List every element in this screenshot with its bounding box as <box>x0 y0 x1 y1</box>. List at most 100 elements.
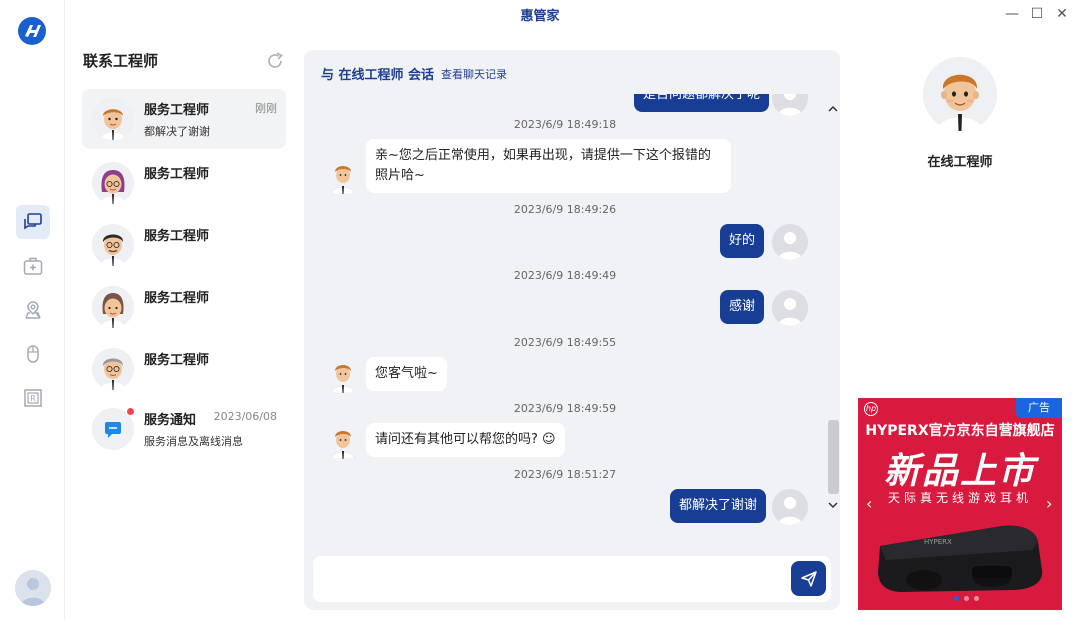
engineer-avatar-icon <box>92 348 134 390</box>
ad-carousel-dots[interactable] <box>954 596 979 601</box>
chevron-down-icon[interactable] <box>828 500 838 510</box>
chevron-up-icon[interactable] <box>828 104 838 114</box>
contact-item[interactable]: 服务工程师 刚刚 都解决了谢谢 <box>82 89 286 149</box>
contact-item[interactable]: 服务工程师 <box>82 339 286 399</box>
user-avatar[interactable] <box>15 570 51 606</box>
default-user-icon <box>772 224 808 260</box>
engineer-avatar <box>92 286 134 328</box>
carousel-dot[interactable] <box>974 596 979 601</box>
refresh-icon[interactable] <box>264 50 286 72</box>
message-timestamp: 2023/6/9 18:49:49 <box>513 269 617 282</box>
engineer-avatar-icon <box>92 162 134 204</box>
message-bubble-in: 请问还有其他可以帮您的吗? ☺ <box>366 423 565 457</box>
user-message-avatar <box>772 224 808 260</box>
message-timestamp: 2023/6/9 18:49:18 <box>513 118 617 131</box>
contact-last-message: 都解决了谢谢 <box>144 125 210 138</box>
ad-subtitle: 天际真无线游戏耳机 <box>887 491 1032 505</box>
contact-name: 服务通知 <box>144 413 197 428</box>
rail-chat-button[interactable] <box>16 205 50 239</box>
message-list[interactable]: 是否问题都解决了呢 2023/6/9 18:49:18 亲~您之后正常使用，如果… <box>304 94 826 584</box>
view-history-link[interactable]: 查看聊天记录 <box>441 66 507 82</box>
ad-tag: 广告 <box>1016 398 1062 418</box>
user-message-avatar <box>772 290 808 326</box>
hp-logo-icon: hp <box>864 402 878 416</box>
default-user-icon <box>772 290 808 326</box>
registered-icon: R <box>24 389 42 407</box>
contact-item[interactable]: 服务工程师 <box>82 153 286 213</box>
engineer-message-avatar <box>328 158 358 195</box>
message-bubble-in: 亲~您之后正常使用，如果再出现，请提供一下这个报错的照片哈~ <box>366 139 731 193</box>
chat-panel: 与 在线工程师 会话 查看聊天记录 是否问题都解决了呢 2023/6/9 18:… <box>304 50 840 610</box>
engineer-avatar-icon <box>331 166 355 195</box>
contact-name: 服务工程师 <box>144 167 210 182</box>
contact-list: 联系工程师 服务工程师 刚刚 都解决了谢谢 服务工程师 服务工程师 服务工程师 … <box>66 0 296 620</box>
minimize-button[interactable]: — <box>1002 4 1022 24</box>
earbuds-product-image: HYPERX <box>878 525 1043 592</box>
medical-kit-icon <box>23 257 43 275</box>
engineer-avatar-icon <box>923 57 997 131</box>
maximize-button[interactable]: ☐ <box>1027 4 1047 24</box>
contact-name: 服务工程师 <box>144 229 210 244</box>
contact-item[interactable]: 服务工程师 <box>82 215 286 275</box>
engineer-avatar-icon <box>92 286 134 328</box>
user-message-avatar <box>772 94 808 116</box>
contact-last-message: 服务消息及离线消息 <box>144 435 243 448</box>
rail-service-button[interactable] <box>16 249 50 283</box>
engineer-avatar <box>92 162 134 204</box>
message-composer <box>313 556 831 602</box>
engineer-avatar <box>92 348 134 390</box>
advertisement-banner[interactable]: hp 广告 HYPERX官方京东自营旗舰店 新品上市 天际真无线游戏耳机 ‹ ›… <box>858 398 1062 610</box>
message-timestamp: 2023/6/9 18:49:55 <box>513 336 617 349</box>
rail-location-button[interactable] <box>16 293 50 327</box>
message-bubble-out: 感谢 <box>720 290 765 324</box>
engineer-avatar-icon <box>331 431 355 460</box>
default-user-icon <box>772 489 808 525</box>
carousel-dot[interactable] <box>954 596 959 601</box>
contacts-title: 联系工程师 <box>83 52 159 70</box>
contact-item[interactable]: 服务工程师 <box>82 277 286 337</box>
message-bubble-out: 好的 <box>720 224 765 258</box>
contact-time: 2023/06/08 <box>213 410 277 423</box>
engineer-avatar-icon <box>92 98 134 140</box>
user-message-avatar <box>772 489 808 525</box>
svg-text:R: R <box>30 394 36 403</box>
online-engineer-avatar <box>923 57 997 131</box>
online-engineer-name: 在线工程师 <box>927 155 993 170</box>
default-user-icon <box>772 94 808 116</box>
ad-headline: HYPERX官方京东自营旗舰店 <box>865 423 1055 439</box>
message-bubble-in: 您客气啦~ <box>366 357 447 391</box>
chat-icon <box>24 213 42 230</box>
mouse-icon <box>27 345 39 363</box>
message-timestamp: 2023/6/9 18:49:26 <box>513 203 617 216</box>
rail-registered-button[interactable]: R <box>16 381 50 415</box>
rail-device-button[interactable] <box>16 337 50 371</box>
contact-name: 服务工程师 <box>144 353 210 368</box>
contact-time: 刚刚 <box>255 102 277 115</box>
default-user-icon <box>15 570 51 606</box>
message-bubble-out: 都解决了谢谢 <box>670 489 767 523</box>
engineer-message-avatar <box>328 423 358 460</box>
notification-item[interactable]: 服务通知 2023/06/08 服务消息及离线消息 <box>82 399 286 459</box>
app-logo-icon <box>18 17 46 45</box>
close-button[interactable]: ✕ <box>1052 4 1072 24</box>
engineer-avatar-icon <box>92 224 134 266</box>
message-scrollbar[interactable] <box>826 94 840 524</box>
message-timestamp: 2023/6/9 18:51:27 <box>513 468 617 481</box>
engineer-message-avatar <box>328 357 358 394</box>
chat-title: 与 在线工程师 会话 <box>321 68 435 83</box>
unread-badge <box>126 407 135 416</box>
message-timestamp: 2023/6/9 18:49:59 <box>513 402 617 415</box>
svg-text:HYPERX: HYPERX <box>924 538 952 546</box>
send-icon <box>800 570 817 587</box>
scrollbar-thumb[interactable] <box>828 420 839 494</box>
message-bubble-out: 是否问题都解决了呢 <box>634 94 770 112</box>
engineer-avatar <box>92 224 134 266</box>
message-input[interactable] <box>321 562 781 596</box>
contact-name: 服务工程师 <box>144 103 210 118</box>
engineer-avatar <box>92 98 134 140</box>
carousel-dot[interactable] <box>964 596 969 601</box>
send-button[interactable] <box>791 561 826 596</box>
ad-big-text: 新品上市 <box>883 451 1036 492</box>
chat-header: 与 在线工程师 会话 查看聊天记录 <box>321 64 507 83</box>
engineer-avatar-icon <box>331 365 355 394</box>
